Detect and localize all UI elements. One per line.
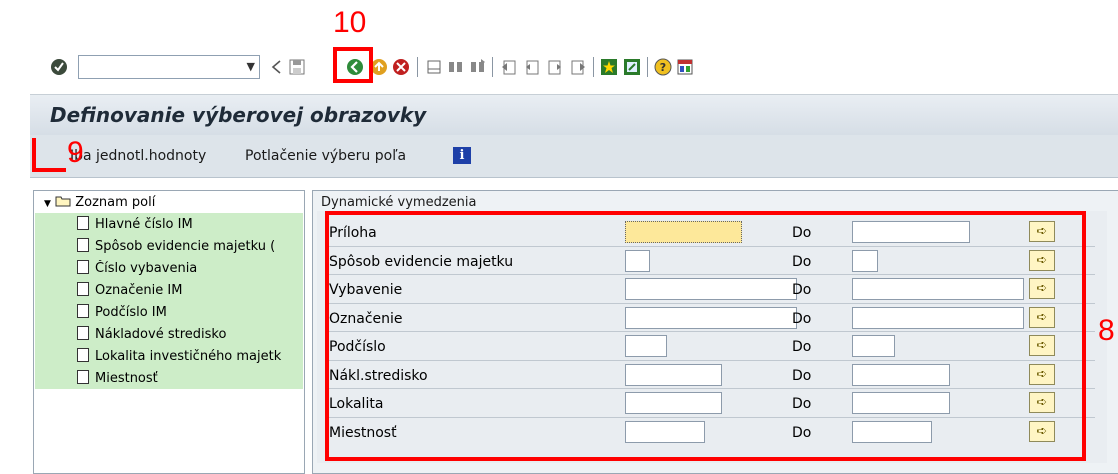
tree-item[interactable]: •Miestnosť — [77, 370, 303, 386]
folder-icon — [55, 195, 75, 210]
tree-item[interactable]: •Spôsob evidencie majetku ( — [77, 238, 303, 254]
document-icon — [77, 304, 89, 318]
tree-items: •Hlavné číslo IM •Spôsob evidencie majet… — [35, 213, 303, 389]
document-icon — [77, 238, 89, 252]
enter-icon[interactable] — [50, 58, 68, 76]
document-icon — [77, 370, 89, 384]
tree-root-label: Zoznam polí — [75, 195, 156, 210]
first-page-icon[interactable] — [500, 58, 518, 76]
find-icon[interactable] — [447, 58, 465, 76]
document-icon — [77, 216, 89, 230]
toolbar-separator — [417, 57, 418, 77]
tree-item[interactable]: •Hlavné číslo IM — [77, 216, 303, 232]
annotation-box-10 — [333, 47, 373, 83]
title-bar: Definovanie výberovej obrazovky — [30, 95, 1118, 135]
system-toolbar: ▼ ? — [30, 42, 1118, 95]
tree-item[interactable]: •Lokalita investičného majetk — [77, 348, 303, 364]
svg-text:?: ? — [660, 61, 666, 74]
toolbar-separator — [492, 57, 493, 77]
toolbar-separator — [647, 57, 648, 77]
prev-page-icon[interactable] — [523, 58, 541, 76]
annotation-box-9 — [32, 138, 66, 172]
info-icon[interactable]: i — [453, 147, 471, 164]
next-page-icon[interactable] — [546, 58, 564, 76]
tree-item[interactable]: •Podčíslo IM — [77, 304, 303, 320]
document-icon — [77, 348, 89, 362]
tree-item[interactable]: •Označenie IM — [77, 282, 303, 298]
toolbar-separator — [593, 57, 594, 77]
document-icon — [77, 282, 89, 296]
annotation-label-10: 10 — [333, 6, 367, 39]
tree-root[interactable]: ▼ Zoznam polí — [44, 195, 155, 210]
field-list-tree: ▼ Zoznam polí •Hlavné číslo IM •Spôsob e… — [33, 190, 305, 474]
single-values-button[interactable]: Iba jednotl.hodnoty — [70, 148, 206, 164]
command-field[interactable]: ▼ — [78, 55, 260, 79]
document-icon — [77, 326, 89, 340]
group-title: Dynamické vymedzenia — [321, 195, 477, 210]
collapse-icon[interactable]: ▼ — [44, 199, 51, 209]
cancel-icon[interactable] — [392, 58, 410, 76]
application-toolbar: Iba jednotl.hodnoty Potlačenie výberu po… — [30, 135, 1118, 178]
save-icon[interactable] — [288, 58, 306, 76]
help-icon[interactable]: ? — [654, 58, 672, 76]
annotation-box-8 — [325, 211, 1086, 461]
tree-item[interactable]: •Nákladové stredisko — [77, 326, 303, 342]
print-icon[interactable] — [425, 58, 443, 76]
page-title: Definovanie výberovej obrazovky — [50, 103, 427, 127]
find-next-icon[interactable] — [469, 58, 487, 76]
document-icon — [77, 260, 89, 274]
layout-icon[interactable] — [676, 58, 694, 76]
command-dropdown-icon[interactable]: ▼ — [247, 60, 255, 73]
shortcut-icon[interactable] — [623, 58, 641, 76]
new-session-icon[interactable] — [600, 58, 618, 76]
annotation-label-8: 8 — [1098, 314, 1115, 347]
annotation-label-9: 9 — [67, 136, 84, 169]
suppress-selection-button[interactable]: Potlačenie výberu poľa — [245, 148, 406, 164]
tree-item[interactable]: •Číslo vybavenia — [77, 260, 303, 276]
back-arrow-icon[interactable] — [268, 58, 286, 76]
last-page-icon[interactable] — [569, 58, 587, 76]
